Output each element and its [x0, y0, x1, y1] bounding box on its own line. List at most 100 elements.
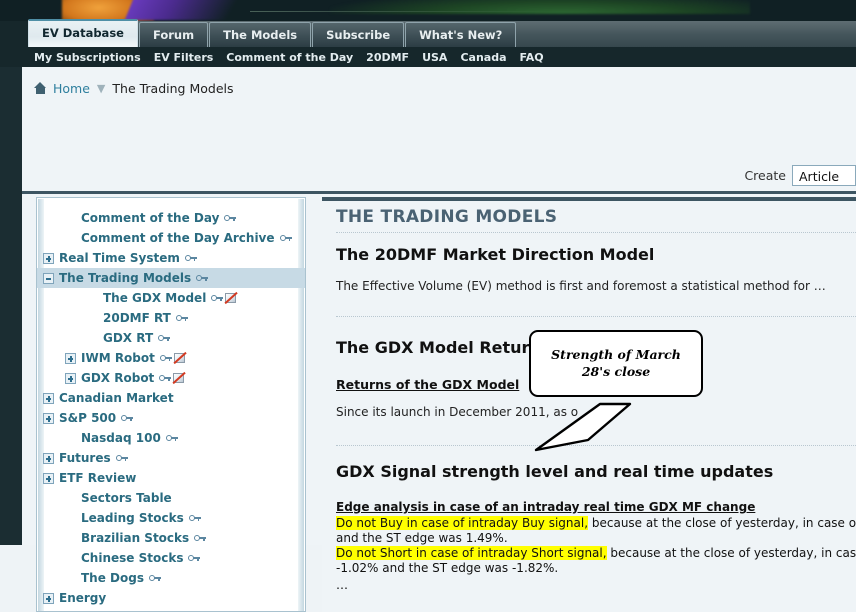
key-icon: [175, 314, 188, 322]
secondary-nav-bar: My Subscriptions EV Filters Comment of t…: [0, 47, 856, 67]
sidebar-item-label: Real Time System: [59, 251, 180, 265]
header-divider: [22, 191, 856, 194]
sidebar-item-label: Comment of the Day Archive: [81, 231, 275, 245]
home-icon: [34, 82, 47, 94]
sidebar-item-label: The GDX Model: [103, 291, 207, 305]
edge-line-short: Do not Short in case of intraday Short s…: [336, 546, 856, 560]
tabbar-left-pad: [0, 21, 28, 47]
subnav-item-faq[interactable]: FAQ: [520, 51, 544, 64]
expand-icon[interactable]: [65, 372, 76, 384]
sidebar-item-label: Futures: [59, 451, 111, 465]
sidebar-item-energy[interactable]: Energy: [37, 588, 305, 608]
subheading-edge-analysis: Edge analysis in case of an intraday rea…: [336, 500, 756, 514]
breadcrumb: Home ▼ The Trading Models: [34, 79, 234, 97]
key-icon: [224, 214, 237, 222]
create-row: Create Article: [744, 165, 856, 186]
sidebar-item-comment-of-the-day[interactable]: Comment of the Day: [37, 208, 305, 228]
subnav-item-usa[interactable]: USA: [422, 51, 447, 64]
highlight-do-not-short: Do not Short in case of intraday Short s…: [336, 546, 607, 560]
navigation-tree: Comment of the Day Comment of the Day Arc…: [37, 204, 305, 611]
sidebar-item-label: Nasdaq 100: [81, 431, 161, 445]
tab-whats-new[interactable]: What's New?: [405, 22, 517, 47]
divider-1: [336, 232, 856, 233]
sidebar-item-label: GDX RT: [103, 331, 154, 345]
sidebar-item-gdx-rt[interactable]: GDX RT: [37, 328, 305, 348]
book-restricted-icon: [172, 372, 186, 385]
banner-artwork-line: [250, 11, 550, 12]
key-icon: [165, 434, 178, 442]
sidebar-item-the-gdx-model[interactable]: The GDX Model: [37, 288, 305, 308]
key-icon: [279, 234, 292, 242]
sidebar-item-futures[interactable]: Futures: [37, 448, 305, 468]
create-type-select[interactable]: Article: [792, 165, 856, 186]
tab-forum[interactable]: Forum: [138, 22, 209, 47]
subnav-item-comment-of-the-day[interactable]: Comment of the Day: [226, 51, 353, 64]
sidebar-item-etf-review[interactable]: ETF Review: [37, 468, 305, 488]
subnav-item-20dmf[interactable]: 20DMF: [366, 51, 409, 64]
edge-line-buy: Do not Buy in case of intraday Buy signa…: [336, 516, 856, 530]
expand-icon[interactable]: [43, 452, 54, 464]
sidebar-item-iwm-robot[interactable]: IWM Robot: [37, 348, 305, 368]
expand-icon[interactable]: [43, 472, 54, 484]
primary-tabs: EV Database Forum The Models Subscribe W…: [28, 19, 517, 47]
sidebar-item-the-dogs[interactable]: The Dogs: [37, 568, 305, 588]
banner-artwork-purple: [124, 0, 256, 20]
expand-icon[interactable]: [43, 412, 54, 424]
key-icon: [211, 294, 224, 302]
tab-subscribe[interactable]: Subscribe: [312, 22, 405, 47]
sidebar-item-label: Brazilian Stocks: [81, 531, 190, 545]
edge-line-short-rest: because at the close of yesterday, in ca…: [610, 546, 856, 560]
sidebar-item-leading-stocks[interactable]: Leading Stocks: [37, 508, 305, 528]
tab-ev-database[interactable]: EV Database: [28, 19, 138, 47]
sidebar-item-s-p-500[interactable]: S&P 500: [37, 408, 305, 428]
expand-icon[interactable]: [43, 392, 54, 404]
section-heading-gdx-signal-strength: GDX Signal strength level and real time …: [336, 462, 774, 481]
key-icon: [188, 554, 201, 562]
sidebar-panel: Comment of the Day Comment of the Day Arc…: [36, 197, 306, 612]
primary-nav-bar: EV Database Forum The Models Subscribe W…: [0, 19, 856, 47]
subnav-item-my-subscriptions[interactable]: My Subscriptions: [34, 51, 141, 64]
sidebar-item-label: ETF Review: [59, 471, 137, 485]
key-icon: [188, 514, 201, 522]
site-banner: [0, 0, 856, 21]
section-paragraph-20dmf: The Effective Volume (EV) method is firs…: [336, 279, 826, 293]
content-top-rule: [322, 197, 856, 201]
key-icon: [196, 274, 209, 282]
expand-icon[interactable]: [43, 252, 54, 264]
sidebar-item-real-time-system[interactable]: Real Time System: [37, 248, 305, 268]
sidebar-item-label: The Trading Models: [59, 271, 192, 285]
key-icon: [159, 374, 172, 382]
sidebar-item-nasdaq-100[interactable]: Nasdaq 100: [37, 428, 305, 448]
callout-bubble: Strength of March 28's close: [529, 330, 703, 397]
subnav-item-canada[interactable]: Canada: [460, 51, 506, 64]
sidebar-item-label: Chinese Stocks: [81, 551, 184, 565]
subnav-item-ev-filters[interactable]: EV Filters: [154, 51, 214, 64]
collapse-icon[interactable]: [43, 272, 54, 284]
sidebar-item-comment-of-the-day-archive[interactable]: Comment of the Day Archive: [37, 228, 305, 248]
expand-icon[interactable]: [43, 592, 54, 604]
edge-line-buy-cont: and the ST edge was 1.49%.: [336, 531, 508, 545]
sidebar-item-chinese-stocks[interactable]: Chinese Stocks: [37, 548, 305, 568]
tab-the-models[interactable]: The Models: [209, 22, 312, 47]
sidebar-item-label: IWM Robot: [81, 351, 155, 365]
sidebar-item-sectors-table[interactable]: Sectors Table: [37, 488, 305, 508]
sidebar-item-label: S&P 500: [59, 411, 117, 425]
key-icon: [115, 454, 128, 462]
sidebar-item-gdx-robot[interactable]: GDX Robot: [37, 368, 305, 388]
key-icon: [194, 534, 207, 542]
sidebar-item-label: Sectors Table: [81, 491, 172, 505]
sidebar-item-brazilian-stocks[interactable]: Brazilian Stocks: [37, 528, 305, 548]
breadcrumb-home-link[interactable]: Home: [53, 81, 90, 96]
expand-icon[interactable]: [65, 352, 76, 364]
key-icon: [184, 254, 197, 262]
edge-line-ellipsis: …: [336, 578, 348, 592]
book-restricted-icon: [224, 292, 238, 305]
sidebar-item-the-trading-models[interactable]: The Trading Models: [37, 268, 305, 288]
sidebar-item-20dmf-rt[interactable]: 20DMF RT: [37, 308, 305, 328]
sidebar-item-label: The Dogs: [81, 571, 144, 585]
edge-line-short-cont: -1.02% and the ST edge was -1.82%.: [336, 561, 559, 575]
sidebar-item-canadian-market[interactable]: Canadian Market: [37, 388, 305, 408]
sidebar-item-materials[interactable]: Materials: [37, 608, 305, 611]
sidebar-item-label: Canadian Market: [59, 391, 174, 405]
key-icon: [121, 414, 134, 422]
